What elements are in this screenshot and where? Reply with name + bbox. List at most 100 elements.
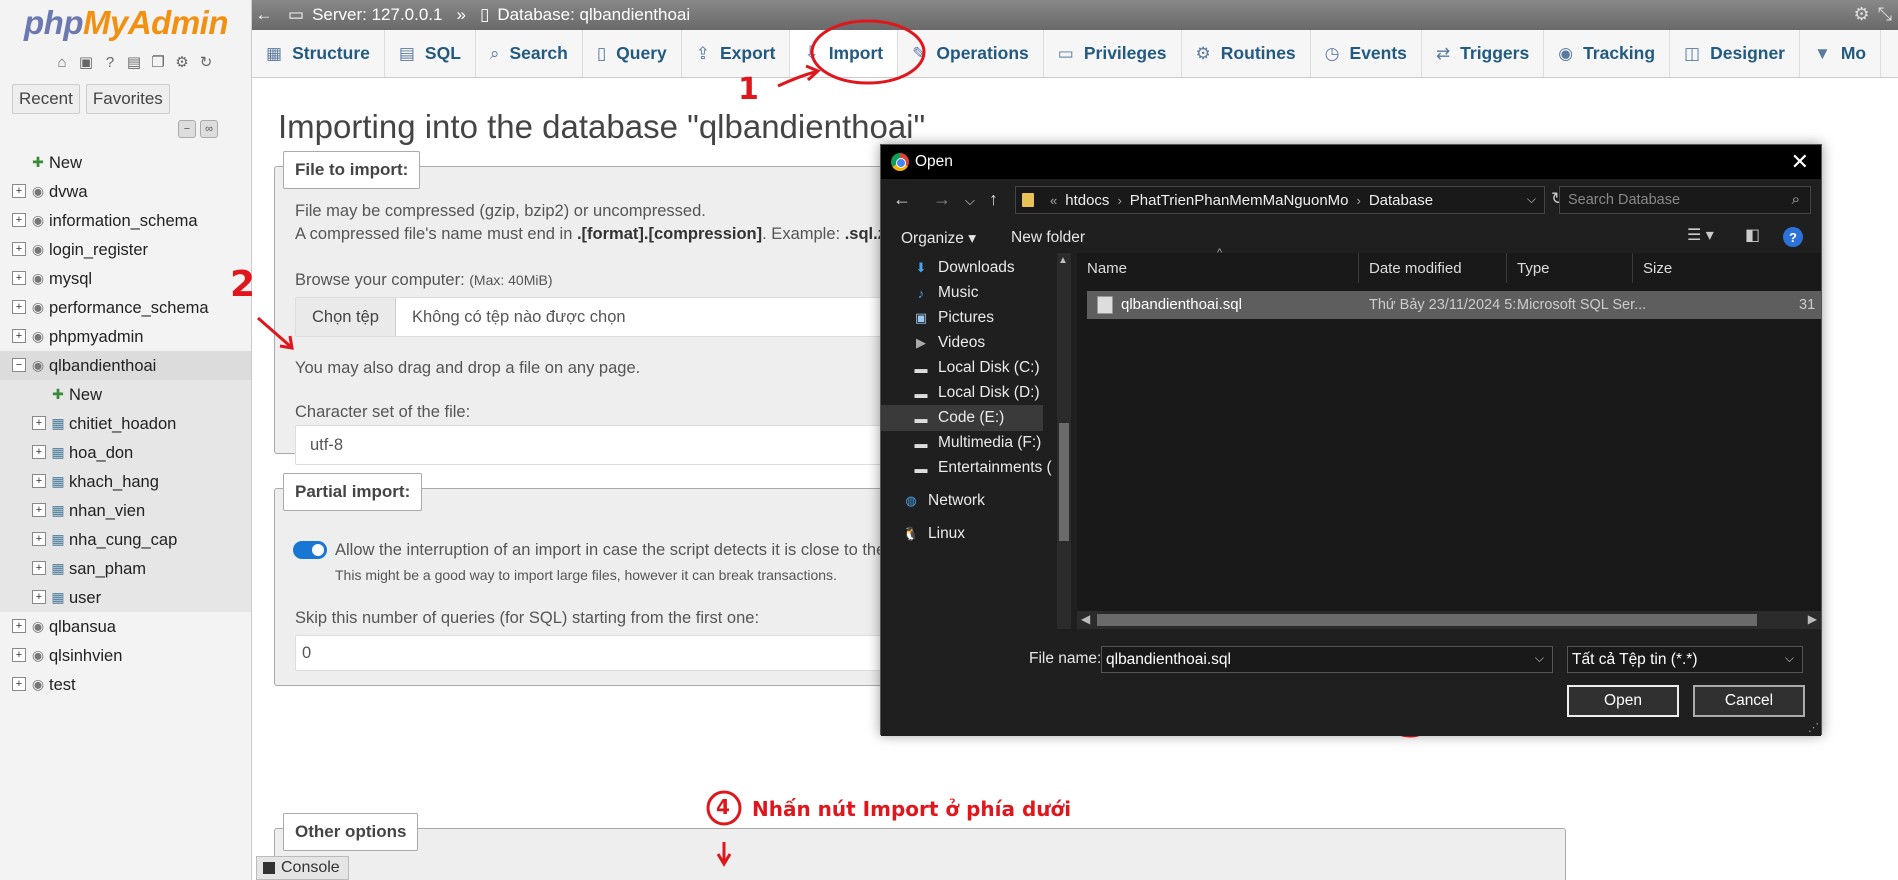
- tree-item-nha-cung-cap[interactable]: + ▦ nha_cung_cap: [0, 525, 251, 554]
- search-box[interactable]: Search Database ⌕: [1559, 186, 1811, 214]
- nav-pane-item[interactable]: 🐧 Linux: [903, 521, 965, 547]
- expand-icon[interactable]: +: [12, 619, 26, 633]
- tree-item-qlbandienthoai[interactable]: − ◉ qlbandienthoai: [0, 351, 251, 380]
- tree-item-label[interactable]: nhan_vien: [69, 502, 145, 521]
- nav-pane-item[interactable]: ▬ Multimedia (F:): [913, 430, 1042, 456]
- tree-item-label[interactable]: qlbandienthoai: [49, 357, 156, 376]
- collapse-icon[interactable]: ⤡: [1878, 4, 1892, 25]
- tree-item-san-pham[interactable]: + ▦ san_pham: [0, 554, 251, 583]
- docs-icon[interactable]: ▤: [124, 52, 144, 72]
- reload-icon[interactable]: ↻: [196, 52, 216, 72]
- tree-item-label[interactable]: login_register: [49, 241, 148, 260]
- tab-export[interactable]: ⇪ Export: [682, 30, 791, 77]
- tree-item-label[interactable]: qlsinhvien: [49, 647, 122, 666]
- breadcrumb-server[interactable]: Server: 127.0.0.1: [312, 5, 442, 25]
- tree-item-new[interactable]: ✚ New: [0, 148, 251, 177]
- tree-item-qlbansua[interactable]: + ◉ qlbansua: [0, 612, 251, 641]
- tree-item-label[interactable]: chitiet_hoadon: [69, 415, 176, 434]
- tree-item-dvwa[interactable]: + ◉ dvwa: [0, 177, 251, 206]
- tree-item-new[interactable]: ✚ New: [0, 380, 251, 409]
- up-icon[interactable]: ↑: [989, 189, 998, 210]
- expand-icon[interactable]: +: [32, 474, 46, 488]
- nav-pane-item[interactable]: ▬ Local Disk (D:): [913, 380, 1040, 406]
- open-button[interactable]: Open: [1567, 685, 1679, 717]
- expand-icon[interactable]: +: [12, 329, 26, 343]
- expand-icon[interactable]: +: [12, 300, 26, 314]
- collapse-all-icon[interactable]: −: [178, 120, 196, 138]
- expand-icon[interactable]: +: [32, 590, 46, 604]
- tree-item-label[interactable]: test: [49, 676, 76, 695]
- column-date-modified[interactable]: Date modified: [1359, 253, 1507, 283]
- tab-structure[interactable]: ▦ Structure: [252, 30, 385, 77]
- tree-item-label[interactable]: user: [69, 589, 101, 608]
- tree-item-user[interactable]: + ▦ user: [0, 583, 251, 612]
- new-folder-button[interactable]: New folder: [1011, 229, 1085, 247]
- favorites-tab[interactable]: Favorites: [85, 84, 170, 114]
- cancel-button[interactable]: Cancel: [1693, 685, 1805, 717]
- resize-grip-icon[interactable]: ⋰: [1808, 721, 1819, 734]
- nav-pane-item[interactable]: ▬ Local Disk (C:): [913, 355, 1040, 381]
- tree-item-information-schema[interactable]: + ◉ information_schema: [0, 206, 251, 235]
- tree-item-performance-schema[interactable]: + ◉ performance_schema: [0, 293, 251, 322]
- tree-item-label[interactable]: phpmyadmin: [49, 328, 143, 347]
- nav-pane-item[interactable]: ▬ Code (E:): [881, 405, 1043, 431]
- preview-pane-icon[interactable]: ◧: [1745, 225, 1760, 245]
- nav-pane-scrollbar[interactable]: ▲ ▼: [1057, 253, 1071, 653]
- column-type[interactable]: Type: [1507, 253, 1633, 283]
- tree-item-chitiet-hoadon[interactable]: + ▦ chitiet_hoadon: [0, 409, 251, 438]
- tree-item-login-register[interactable]: + ◉ login_register: [0, 235, 251, 264]
- history-chevron-icon[interactable]: ⌵: [965, 193, 975, 209]
- allow-interrupt-toggle[interactable]: [293, 541, 327, 559]
- tab-privileges[interactable]: ▭ Privileges: [1044, 30, 1182, 77]
- tree-item-label[interactable]: san_pham: [69, 560, 146, 579]
- dialog-title-bar[interactable]: Open ✕: [881, 145, 1821, 179]
- path-htdocs[interactable]: htdocs: [1065, 192, 1109, 209]
- expand-icon[interactable]: +: [12, 648, 26, 662]
- nav-pane-item[interactable]: ▬ Entertainments (: [913, 455, 1052, 481]
- tab-triggers[interactable]: ⇄ Triggers: [1422, 30, 1545, 77]
- tab-operations[interactable]: ✎ Operations: [898, 30, 1044, 77]
- file-list-hscrollbar[interactable]: ◀ ▶: [1077, 611, 1821, 629]
- collapse-icon[interactable]: −: [12, 358, 26, 372]
- tree-item-label[interactable]: nha_cung_cap: [69, 531, 177, 550]
- tree-item-test[interactable]: + ◉ test: [0, 670, 251, 699]
- tree-item-khach-hang[interactable]: + ▦ khach_hang: [0, 467, 251, 496]
- phpmyadmin-logo[interactable]: phpMyAdmin: [24, 4, 228, 42]
- choose-file-button[interactable]: Chọn tệp: [296, 298, 396, 336]
- tree-item-mysql[interactable]: + ◉ mysql: [0, 264, 251, 293]
- expand-icon[interactable]: +: [32, 561, 46, 575]
- close-icon[interactable]: ✕: [1791, 149, 1809, 175]
- nav-pane-item[interactable]: ◍ Network: [903, 488, 985, 514]
- tree-item-label[interactable]: mysql: [49, 270, 92, 289]
- expand-icon[interactable]: +: [12, 271, 26, 285]
- organize-menu[interactable]: Organize ▾: [901, 229, 976, 248]
- chevron-down-icon[interactable]: ⌵: [1535, 651, 1544, 666]
- tree-item-phpmyadmin[interactable]: + ◉ phpmyadmin: [0, 322, 251, 351]
- expand-icon[interactable]: +: [12, 184, 26, 198]
- tab-routines[interactable]: ⚙ Routines: [1182, 30, 1311, 77]
- back-arrow-icon[interactable]: ←: [252, 5, 276, 25]
- help-icon[interactable]: ?: [100, 52, 120, 72]
- file-name-input[interactable]: qlbandienthoai.sql ⌵: [1101, 646, 1553, 673]
- expand-icon[interactable]: +: [32, 503, 46, 517]
- tree-item-hoa-don[interactable]: + ▦ hoa_don: [0, 438, 251, 467]
- tree-item-label[interactable]: dvwa: [49, 183, 88, 202]
- breadcrumb-database[interactable]: Database: qlbandienthoai: [497, 5, 690, 25]
- expand-icon[interactable]: +: [12, 213, 26, 227]
- tree-item-label[interactable]: qlbansua: [49, 618, 116, 637]
- tree-item-nhan-vien[interactable]: + ▦ nhan_vien: [0, 496, 251, 525]
- tab-tracking[interactable]: ◉ Tracking: [1544, 30, 1671, 77]
- chevron-down-icon[interactable]: ⌵: [1527, 192, 1536, 207]
- logout-icon[interactable]: ▣: [76, 52, 96, 72]
- nav-pane-item[interactable]: ♪ Music: [913, 280, 979, 306]
- settings-gear-icon[interactable]: ⚙: [1853, 4, 1869, 25]
- help-icon[interactable]: ?: [1783, 227, 1803, 247]
- tree-item-qlsinhvien[interactable]: + ◉ qlsinhvien: [0, 641, 251, 670]
- tree-item-label[interactable]: information_schema: [49, 212, 198, 231]
- console-button[interactable]: Console: [256, 856, 349, 880]
- recent-tab[interactable]: Recent: [12, 84, 80, 114]
- tree-item-label[interactable]: hoa_don: [69, 444, 133, 463]
- column-size[interactable]: Size: [1633, 253, 1821, 283]
- forward-icon[interactable]: →: [933, 189, 951, 210]
- tree-item-label[interactable]: performance_schema: [49, 299, 209, 318]
